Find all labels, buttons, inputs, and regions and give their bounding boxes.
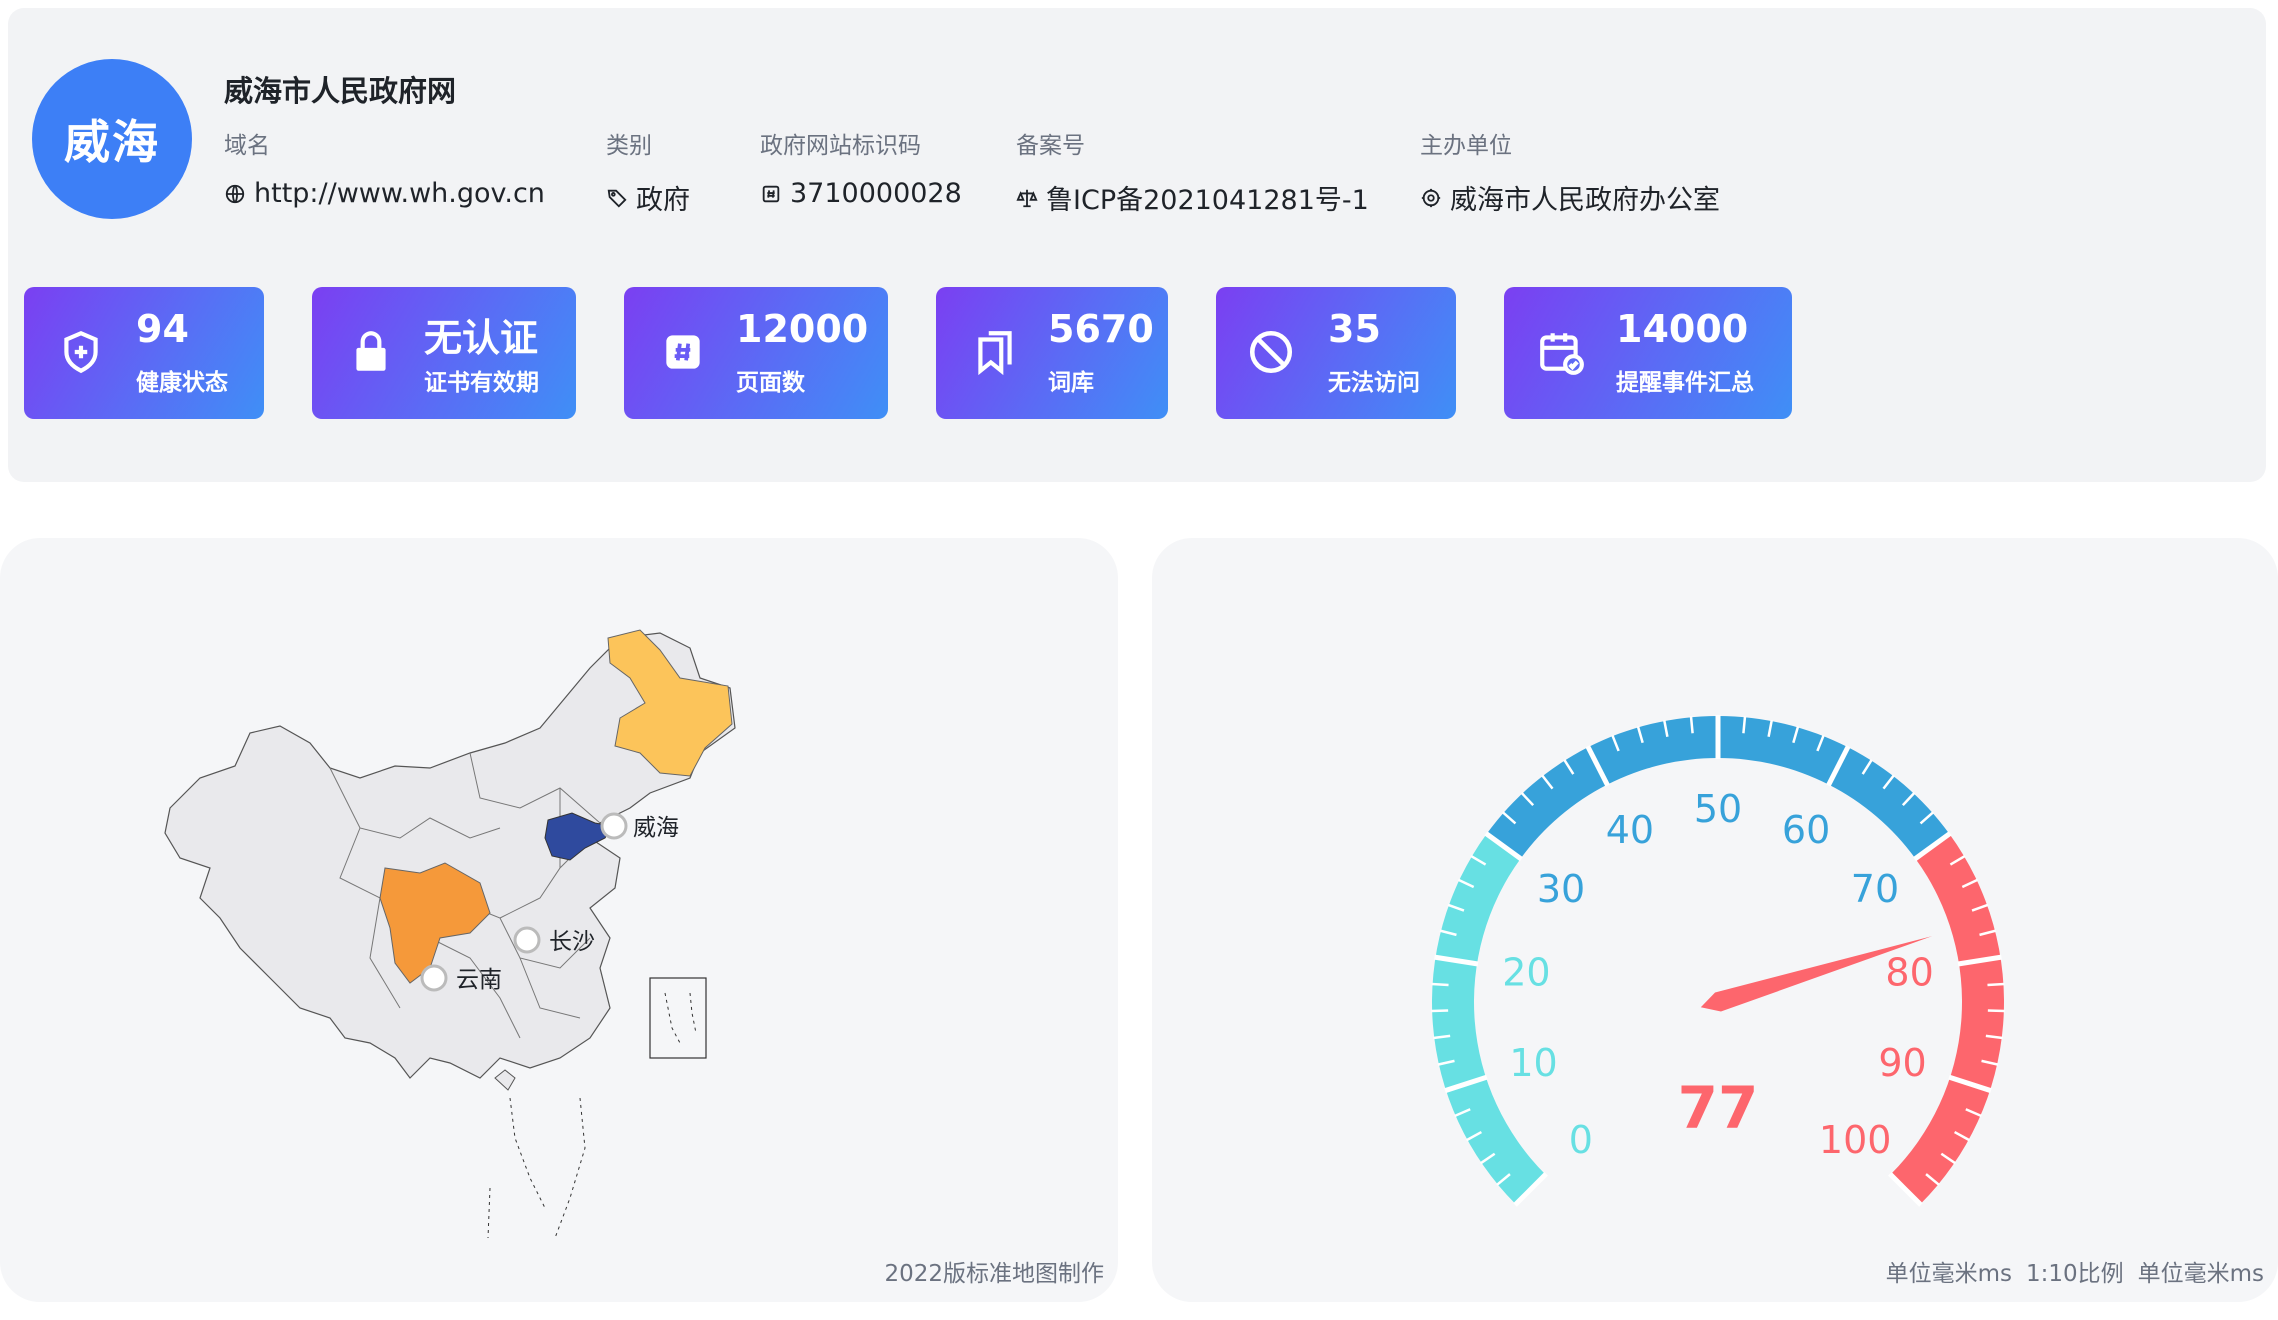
meta-label: 域名 xyxy=(224,133,270,159)
meta-value: 政府 xyxy=(636,185,690,216)
lock-icon xyxy=(346,327,396,377)
meta-label: 备案号 xyxy=(1016,133,1085,159)
meta-label: 类别 xyxy=(606,133,652,159)
gauge-minor-tick xyxy=(1689,716,1694,734)
stat-value: 5670 xyxy=(1048,307,1154,351)
gauge-tick-label: 40 xyxy=(1606,808,1654,852)
map-marker-changsha[interactable]: 长沙 xyxy=(513,926,595,955)
stat-value: 35 xyxy=(1328,307,1381,351)
gauge-minor-tick xyxy=(1431,982,1449,987)
stat-card-health[interactable]: 94 健康状态 xyxy=(24,287,264,419)
stat-card-lexicon[interactable]: 5670 词库 xyxy=(936,287,1168,419)
meta-label: 主办单位 xyxy=(1420,133,1512,159)
map-marker-label: 长沙 xyxy=(549,929,595,955)
gauge-caption-unit: 单位毫米ms xyxy=(1885,1261,2012,1287)
gauge-tick-label: 60 xyxy=(1782,808,1830,852)
map-marker-weihai[interactable]: 威海 xyxy=(600,812,679,841)
scale-icon xyxy=(1016,187,1038,209)
gauge-band-0 xyxy=(1432,833,1546,1205)
shield-plus-icon xyxy=(56,327,106,377)
bookmark-icon xyxy=(970,327,1020,377)
stat-label: 词库 xyxy=(1048,370,1094,396)
meta-icp: 备案号 鲁ICP备2021041281号-1 xyxy=(1016,126,1369,217)
china-map[interactable]: 威海 长沙 云南 xyxy=(0,538,1118,1302)
meta-value: 威海市人民政府办公室 xyxy=(1450,185,1720,216)
stat-card-certificate[interactable]: 无认证 证书有效期 xyxy=(312,287,576,419)
meta-label: 政府网站标识码 xyxy=(760,133,921,159)
stat-label: 健康状态 xyxy=(136,370,228,396)
stat-card-alerts[interactable]: 14000 提醒事件汇总 xyxy=(1504,287,1792,419)
stat-value: 无认证 xyxy=(424,316,539,360)
gauge-tick-label: 100 xyxy=(1819,1118,1892,1162)
meta-organizer: 主办单位 威海市人民政府办公室 xyxy=(1420,126,1720,217)
site-logo-text: 威海 xyxy=(64,115,160,169)
gauge-card: 0 10 20 30 40 50 60 70 80 90 100 77 单位毫米ms 1:10比例 单位… xyxy=(1152,538,2278,1302)
map-south-sea-inset xyxy=(649,977,707,1059)
stat-value: 94 xyxy=(136,307,189,351)
map-card: 威海 长沙 云南 2022版标准地图制作 xyxy=(0,538,1118,1302)
gauge-caption-unit-2: 单位毫米ms xyxy=(2137,1261,2264,1287)
site-logo: 威海 xyxy=(32,59,192,219)
stat-card-pages[interactable]: 12000 页面数 xyxy=(624,287,888,419)
meta-value: 3710000028 xyxy=(790,178,962,209)
gauge-caption-scale: 1:10比例 xyxy=(2025,1261,2124,1287)
gauge-band-2 xyxy=(1890,833,2004,1205)
hash-square-icon xyxy=(658,327,708,377)
map-marker-yunnan[interactable]: 云南 xyxy=(420,964,502,993)
gauge-tick-label: 80 xyxy=(1885,951,1933,995)
map-caption: 2022版标准地图制作 xyxy=(884,1261,1104,1287)
site-title: 威海市人民政府网 xyxy=(224,74,457,108)
stat-value: 12000 xyxy=(736,307,869,351)
calendar-check-icon xyxy=(1536,327,1586,377)
gauge-tick-label: 30 xyxy=(1537,867,1585,911)
map-marker-label: 云南 xyxy=(456,967,502,993)
stat-label: 证书有效期 xyxy=(424,370,539,396)
stat-label: 提醒事件汇总 xyxy=(1616,370,1754,396)
map-marker-label: 威海 xyxy=(633,815,679,841)
gauge-tick-label: 0 xyxy=(1569,1118,1593,1162)
hash-icon xyxy=(760,183,782,205)
globe-icon xyxy=(224,183,246,205)
meta-value: 鲁ICP备2021041281号-1 xyxy=(1046,185,1369,216)
meta-domain: 域名 http://www.wh.gov.cn xyxy=(224,126,545,209)
gauge-caption: 单位毫米ms 1:10比例 单位毫米ms xyxy=(1886,1254,2264,1288)
stat-value: 14000 xyxy=(1616,307,1749,351)
gauge-tick-label: 10 xyxy=(1509,1041,1557,1085)
map-region-hainan xyxy=(494,1069,516,1091)
meta-category: 类别 政府 xyxy=(606,126,690,217)
gauge-tick-label: 70 xyxy=(1851,867,1899,911)
gauge-minor-tick xyxy=(1987,1009,2005,1013)
gauge-minor-tick xyxy=(1742,716,1747,734)
stat-card-unreachable[interactable]: 35 无法访问 xyxy=(1216,287,1456,419)
meta-site-code: 政府网站标识码 3710000028 xyxy=(760,126,962,209)
site-info-panel: 威海 威海市人民政府网 域名 http://www.wh.gov.cn 类别 政… xyxy=(8,8,2266,482)
org-icon xyxy=(1420,187,1442,209)
gauge-minor-tick xyxy=(1987,982,2005,987)
gauge-tick-label: 20 xyxy=(1502,951,1550,995)
gauge-tick-label: 50 xyxy=(1694,787,1742,831)
gauge-value: 77 xyxy=(1678,1074,1759,1142)
stat-label: 无法访问 xyxy=(1328,370,1420,396)
speed-gauge: 0 10 20 30 40 50 60 70 80 90 100 77 xyxy=(1431,715,2005,1207)
domain-link[interactable]: http://www.wh.gov.cn xyxy=(254,178,545,209)
stat-label: 页面数 xyxy=(736,370,805,396)
ban-icon xyxy=(1246,327,1296,377)
tag-icon xyxy=(606,187,628,209)
gauge-tick-label: 90 xyxy=(1878,1041,1926,1085)
gauge-minor-tick xyxy=(1431,1009,1449,1013)
